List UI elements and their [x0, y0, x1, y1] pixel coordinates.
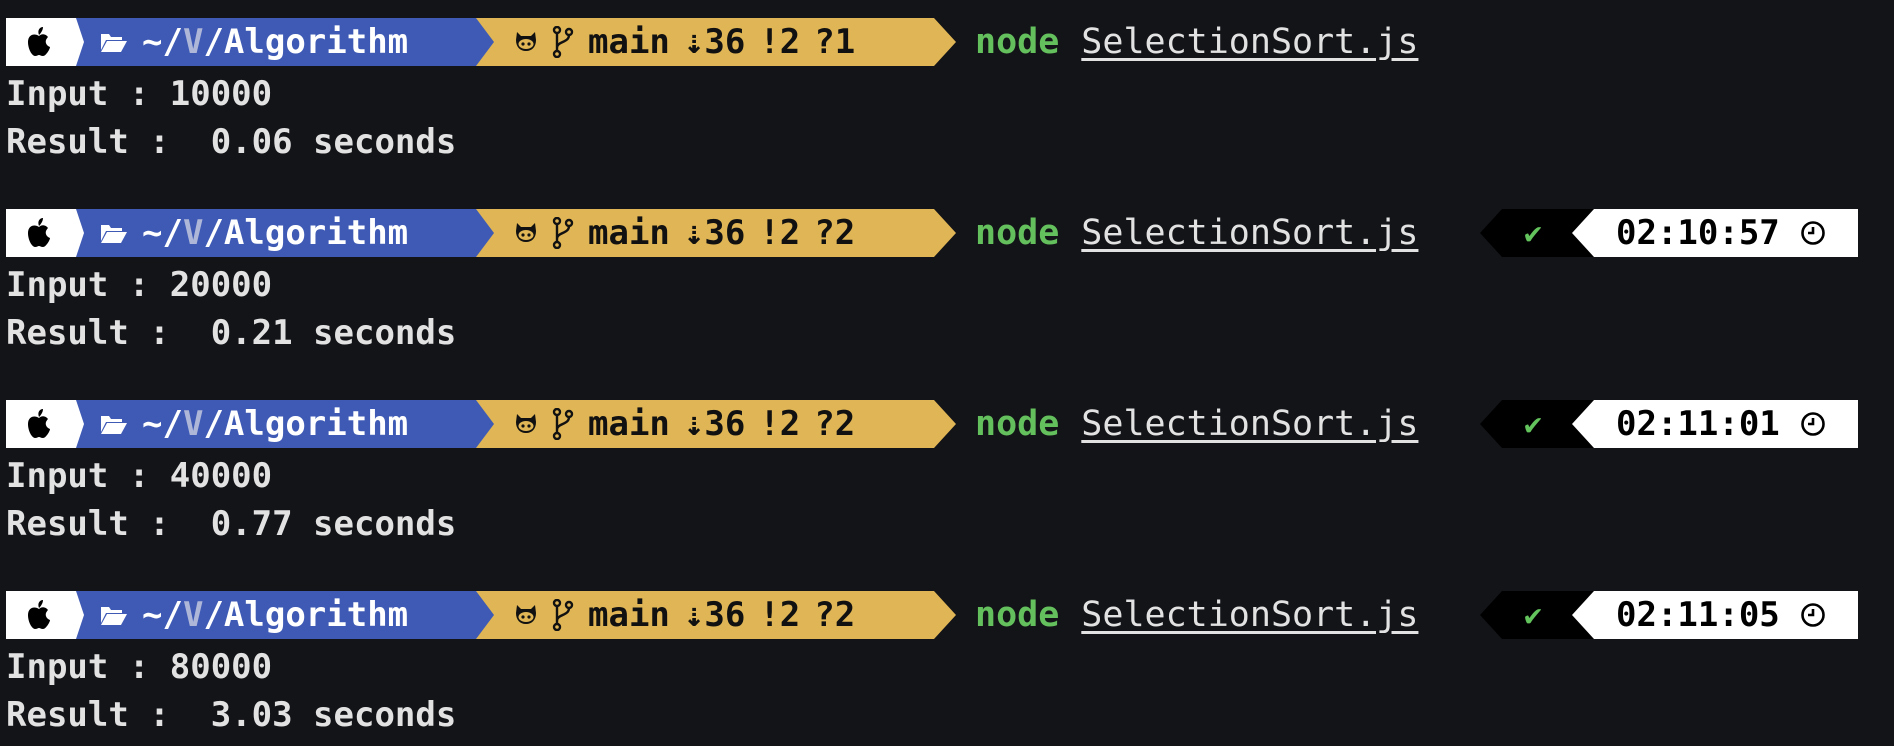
- branch-name: main: [588, 213, 670, 253]
- check-mark-icon: ✔: [1524, 597, 1543, 633]
- output-result-line: Result : 0.77 seconds: [6, 504, 457, 544]
- path-suffix: /Algorithm: [203, 213, 409, 253]
- path-segment: ~/V/Algorithm: [62, 400, 494, 448]
- check-mark-icon: ✔: [1524, 215, 1543, 251]
- modified-count: !2: [759, 213, 801, 253]
- path-abbrev: V: [182, 595, 204, 635]
- time-text: 02:11:05: [1616, 595, 1780, 635]
- git-segment: main ⇣36 !2 ?1: [462, 18, 956, 66]
- command-block: ~/V/Algorithm: [0, 400, 1894, 550]
- time-text: 02:10:57: [1616, 213, 1780, 253]
- untracked-count: ?2: [814, 595, 856, 635]
- behind-count: ⇣36: [683, 595, 746, 635]
- output-result-line: Result : 3.03 seconds: [6, 695, 457, 735]
- time-segment: 02:10:57: [1572, 209, 1858, 257]
- branch-name: main: [588, 404, 670, 444]
- clock-icon: [1800, 411, 1826, 437]
- apple-icon: [26, 27, 52, 57]
- branch-name: main: [588, 22, 670, 62]
- apple-icon: [26, 600, 52, 630]
- untracked-count: ?2: [814, 213, 856, 253]
- prompt-line: ~/V/Algorithm: [6, 591, 1894, 639]
- command-name: node: [975, 213, 1060, 253]
- git-branch-icon: [552, 599, 574, 631]
- os-segment: [6, 18, 84, 66]
- command-text[interactable]: node SelectionSort.js: [975, 18, 1418, 66]
- behind-count: ⇣36: [683, 404, 746, 444]
- path-segment: ~/V/Algorithm: [62, 18, 494, 66]
- command-argument[interactable]: SelectionSort.js: [1081, 595, 1418, 635]
- path-prefix: ~/: [142, 22, 183, 62]
- folder-open-icon: [100, 604, 128, 626]
- prompt-line: ~/V/Algorithm: [6, 18, 1894, 66]
- path-suffix: /Algorithm: [203, 22, 409, 62]
- path-abbrev: V: [182, 404, 204, 444]
- os-segment: [6, 209, 84, 257]
- github-octocat-icon: [514, 222, 538, 244]
- path-segment: ~/V/Algorithm: [62, 591, 494, 639]
- output-input-line: Input : 20000: [6, 265, 273, 305]
- path-prefix: ~/: [142, 404, 183, 444]
- command-name: node: [975, 595, 1060, 635]
- github-octocat-icon: [514, 31, 538, 53]
- branch-name: main: [588, 595, 670, 635]
- git-branch-icon: [552, 217, 574, 249]
- behind-count: ⇣36: [683, 22, 746, 62]
- path-abbrev: V: [182, 213, 204, 253]
- output-result-line: Result : 0.21 seconds: [6, 313, 457, 353]
- apple-icon: [26, 218, 52, 248]
- command-argument[interactable]: SelectionSort.js: [1081, 213, 1418, 253]
- prompt-line: ~/V/Algorithm: [6, 209, 1894, 257]
- command-argument[interactable]: SelectionSort.js: [1081, 404, 1418, 444]
- modified-count: !2: [759, 404, 801, 444]
- os-segment: [6, 400, 84, 448]
- command-text[interactable]: node SelectionSort.js: [975, 209, 1418, 257]
- modified-count: !2: [759, 595, 801, 635]
- clock-icon: [1800, 602, 1826, 628]
- path-suffix: /Algorithm: [203, 404, 409, 444]
- time-segment: 02:11:05: [1572, 591, 1858, 639]
- output-input-line: Input : 80000: [6, 647, 273, 687]
- path-abbrev: V: [182, 22, 204, 62]
- time-text: 02:11:01: [1616, 404, 1780, 444]
- prompt-line: ~/V/Algorithm: [6, 400, 1894, 448]
- command-text[interactable]: node SelectionSort.js: [975, 591, 1418, 639]
- clock-icon: [1800, 220, 1826, 246]
- check-mark-icon: ✔: [1524, 406, 1543, 442]
- path-prefix: ~/: [142, 595, 183, 635]
- path-suffix: /Algorithm: [203, 595, 409, 635]
- behind-count: ⇣36: [683, 213, 746, 253]
- apple-icon: [26, 409, 52, 439]
- untracked-count: ?1: [814, 22, 856, 62]
- untracked-count: ?2: [814, 404, 856, 444]
- command-block: ~/V/Algorithm: [0, 209, 1894, 359]
- command-block: ~/V/Algorithm: [0, 18, 1894, 168]
- command-name: node: [975, 22, 1060, 62]
- folder-open-icon: [100, 413, 128, 435]
- command-text[interactable]: node SelectionSort.js: [975, 400, 1418, 448]
- github-octocat-icon: [514, 413, 538, 435]
- command-block: ~/V/Algorithm: [0, 591, 1894, 741]
- command-argument[interactable]: SelectionSort.js: [1081, 22, 1418, 62]
- git-branch-icon: [552, 26, 574, 58]
- path-segment: ~/V/Algorithm: [62, 209, 494, 257]
- output-input-line: Input : 10000: [6, 74, 273, 114]
- path-prefix: ~/: [142, 213, 183, 253]
- git-segment: main ⇣36 !2 ?2: [462, 400, 956, 448]
- git-segment: main ⇣36 !2 ?2: [462, 209, 956, 257]
- modified-count: !2: [759, 22, 801, 62]
- output-input-line: Input : 40000: [6, 456, 273, 496]
- git-branch-icon: [552, 408, 574, 440]
- os-segment: [6, 591, 84, 639]
- git-segment: main ⇣36 !2 ?2: [462, 591, 956, 639]
- folder-open-icon: [100, 31, 128, 53]
- folder-open-icon: [100, 222, 128, 244]
- terminal-window[interactable]: ~/V/Algorithm main ⇣36 !2 ?1 node Select…: [0, 0, 1894, 746]
- github-octocat-icon: [514, 604, 538, 626]
- command-name: node: [975, 404, 1060, 444]
- output-result-line: Result : 0.06 seconds: [6, 122, 457, 162]
- time-segment: 02:11:01: [1572, 400, 1858, 448]
